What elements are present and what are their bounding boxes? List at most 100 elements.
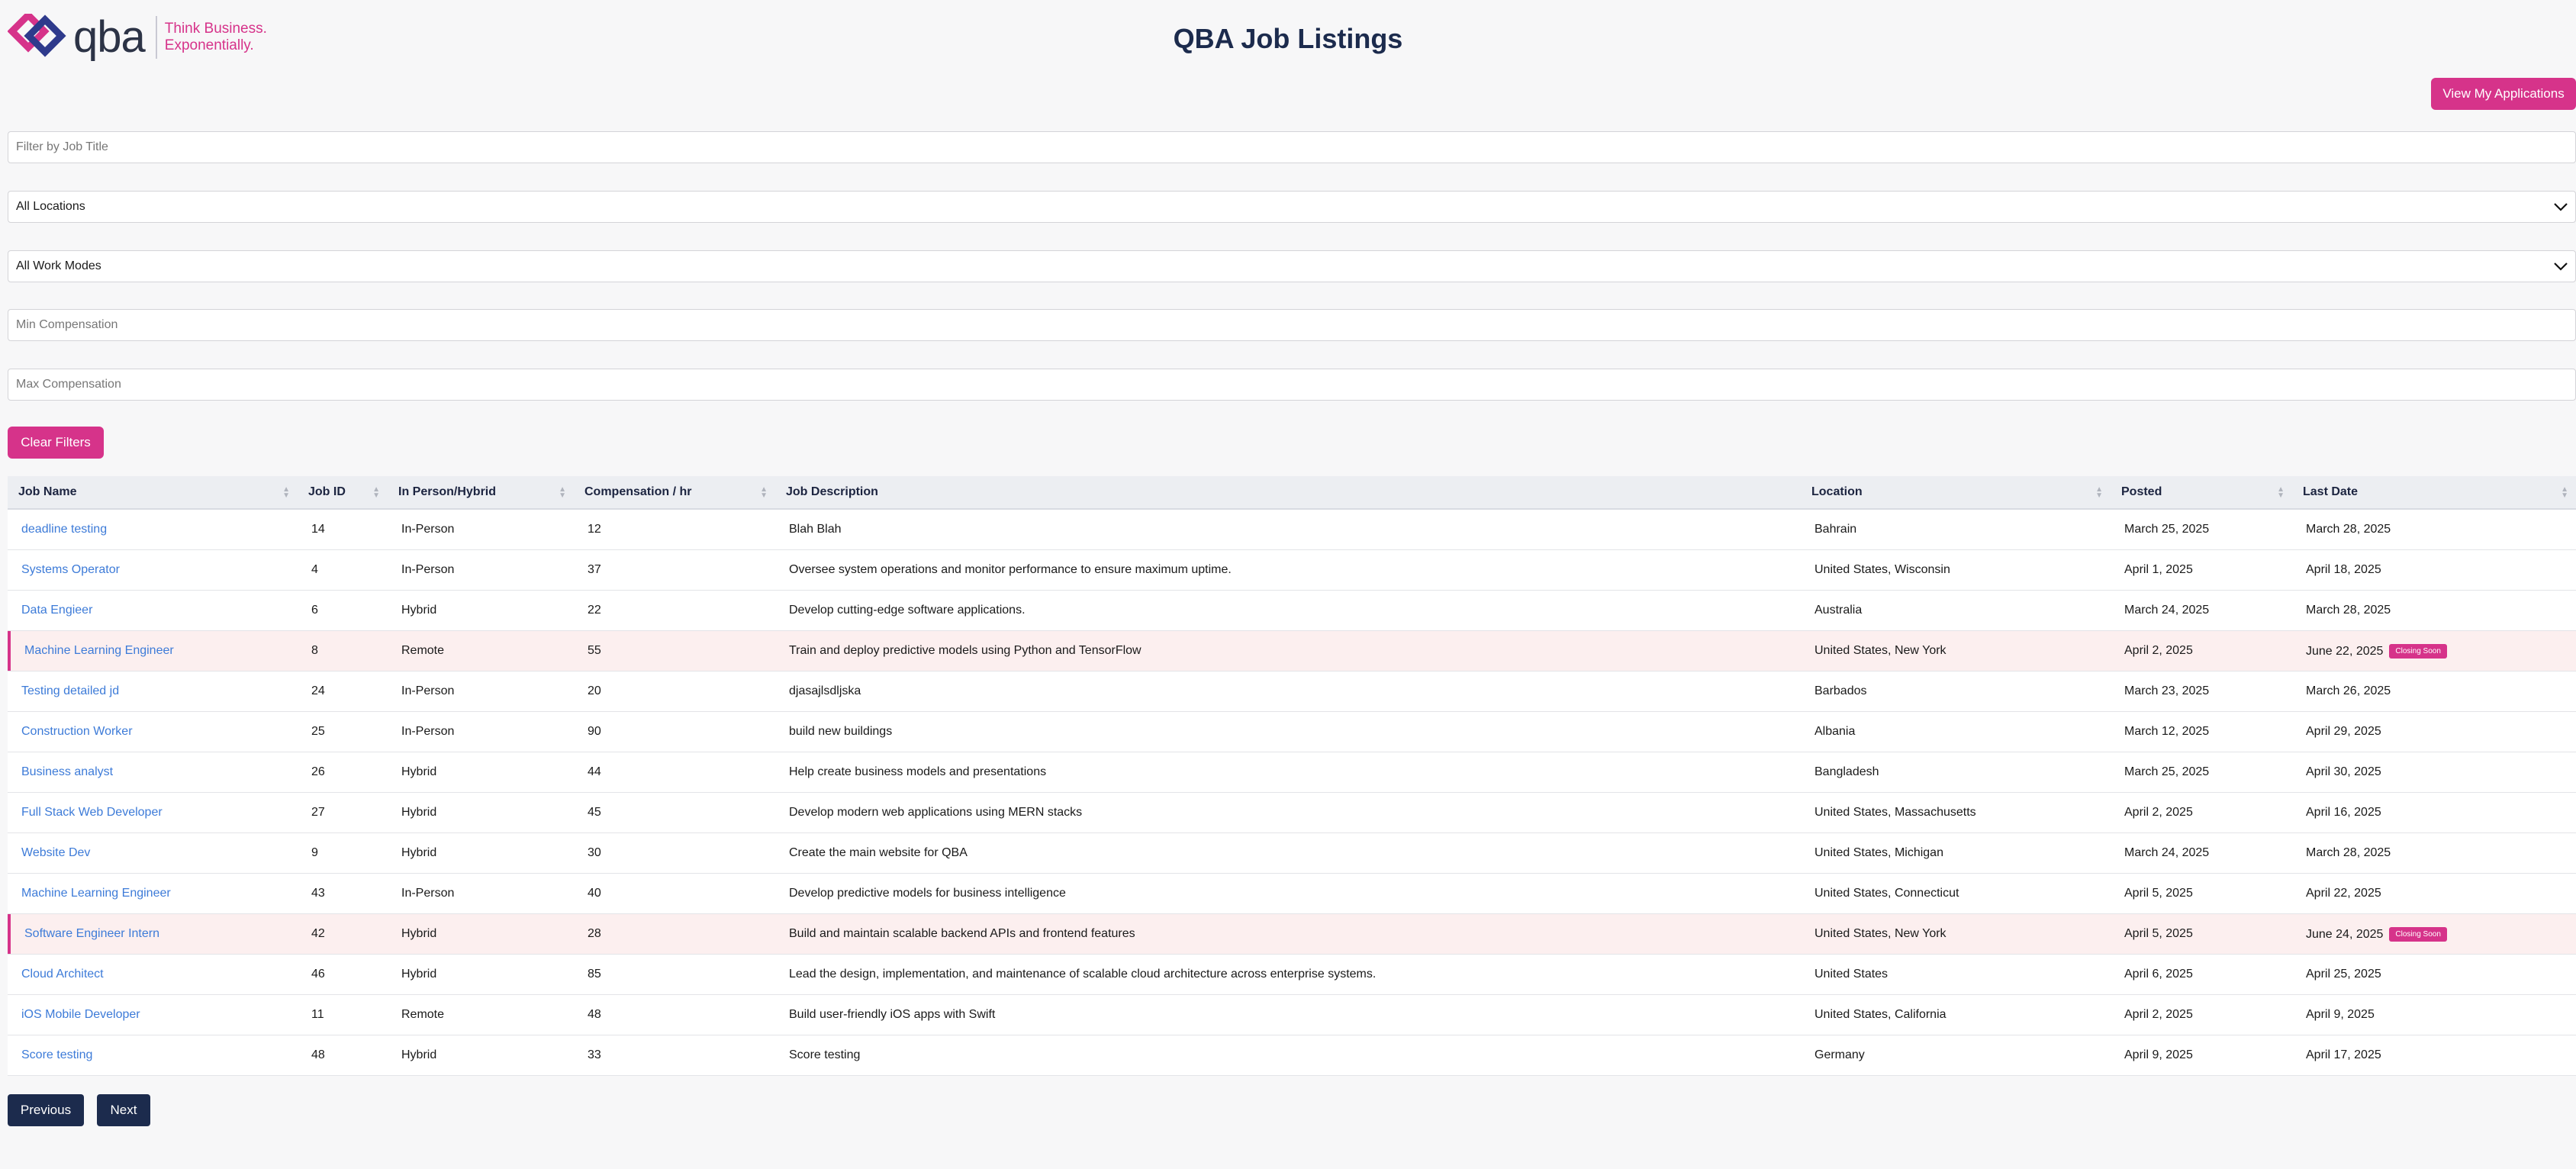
location-cell-text: Albania xyxy=(1814,725,1856,738)
location-cell-text: Barbados xyxy=(1814,684,1867,697)
job-name-link[interactable]: Machine Learning Engineer xyxy=(8,644,298,658)
job-name-link[interactable]: Cloud Architect xyxy=(8,968,298,981)
job-name-link-text[interactable]: Systems Operator xyxy=(21,563,120,576)
job-id-cell-text: 9 xyxy=(311,846,318,859)
job-name-link-text[interactable]: Construction Worker xyxy=(21,725,133,738)
location-cell: United States, Connecticut xyxy=(1801,887,2111,900)
column-header-job-id[interactable]: Job ID ▲ ▼ xyxy=(298,476,388,508)
job-title-filter-input[interactable]: Filter by Job Title xyxy=(8,131,2576,163)
job-name-link[interactable]: Score testing xyxy=(8,1048,298,1062)
job-name-link-text[interactable]: Software Engineer Intern xyxy=(24,927,159,940)
job-name-link-text[interactable]: Website Dev xyxy=(21,846,90,859)
job-id-cell-text: 42 xyxy=(311,927,325,940)
job-name-link-text[interactable]: Cloud Architect xyxy=(21,968,104,981)
table-row: deadline testing 14 In-Person 12 Blah Blah Ba… xyxy=(8,510,2576,550)
last-date-cell: April 29, 2025 xyxy=(2292,725,2576,739)
job-name-link[interactable]: Systems Operator xyxy=(8,563,298,577)
column-header-location[interactable]: Location ▲ ▼ xyxy=(1801,476,2111,508)
table-row: Cloud Architect 46 Hybrid 85 Lead the design… xyxy=(8,955,2576,995)
column-header-posted[interactable]: Posted ▲ ▼ xyxy=(2111,476,2292,508)
compensation-cell: 12 xyxy=(574,523,775,536)
location-cell: United States, California xyxy=(1801,1008,2111,1022)
column-header-mode[interactable]: In Person/Hybrid ▲ ▼ xyxy=(388,476,574,508)
next-page-button[interactable]: Next xyxy=(97,1094,150,1126)
description-cell-text: build new buildings xyxy=(789,725,893,738)
last-date-cell: April 30, 2025 xyxy=(2292,765,2576,779)
job-name-link-text[interactable]: iOS Mobile Developer xyxy=(21,1008,140,1021)
job-name-link[interactable]: deadline testing xyxy=(8,523,298,536)
column-header-job-name[interactable]: Job Name ▲ ▼ xyxy=(8,476,298,508)
job-name-link[interactable]: Testing detailed jd xyxy=(8,684,298,698)
location-select[interactable]: All Locations xyxy=(8,191,2576,223)
description-cell-text: Help create business models and presenta… xyxy=(789,765,1047,778)
location-cell-text: United States, Michigan xyxy=(1814,846,1943,859)
job-id-cell-text: 26 xyxy=(311,765,325,778)
job-name-link-text[interactable]: Data Engieer xyxy=(21,604,92,617)
table-row: Machine Learning Engineer 8 Remote 55 Train … xyxy=(8,631,2576,671)
table-row: Machine Learning Engineer 43 In-Person 40 De… xyxy=(8,874,2576,914)
job-name-link[interactable]: iOS Mobile Developer xyxy=(8,1008,298,1022)
clear-filters-button[interactable]: Clear Filters xyxy=(8,427,104,459)
min-compensation-input[interactable]: Min Compensation xyxy=(8,309,2576,341)
job-name-link-text[interactable]: Score testing xyxy=(21,1048,92,1061)
posted-date-cell-text: April 6, 2025 xyxy=(2124,968,2193,981)
work-mode-cell: Hybrid xyxy=(388,604,574,617)
table-header: Job Name ▲ ▼ Job ID ▲ ▼ In Person/Hybrid ▲ ▼ C… xyxy=(8,476,2576,510)
job-name-link[interactable]: Construction Worker xyxy=(8,725,298,739)
location-cell: Bangladesh xyxy=(1801,765,2111,779)
job-name-link-text[interactable]: Machine Learning Engineer xyxy=(21,887,171,900)
job-name-link-text[interactable]: Business analyst xyxy=(21,765,113,778)
description-cell-text: Develop modern web applications using ME… xyxy=(789,806,1083,819)
job-id-cell: 9 xyxy=(298,846,388,860)
column-header-compensation[interactable]: Compensation / hr ▲ ▼ xyxy=(574,476,775,508)
job-id-cell-text: 46 xyxy=(311,968,325,981)
location-cell-text: United States, California xyxy=(1814,1008,1946,1021)
location-cell-text: Germany xyxy=(1814,1048,1865,1061)
posted-date-cell: March 25, 2025 xyxy=(2111,523,2292,536)
work-mode-cell: Remote xyxy=(388,1008,574,1022)
job-name-link-text[interactable]: Machine Learning Engineer xyxy=(24,644,174,657)
job-name-link[interactable]: Business analyst xyxy=(8,765,298,779)
last-date-cell-text: March 28, 2025 xyxy=(2306,523,2391,536)
description-cell-text: Oversee system operations and monitor pe… xyxy=(789,563,1232,576)
job-name-link-text[interactable]: Full Stack Web Developer xyxy=(21,806,163,819)
description-cell: Develop cutting-edge software applicatio… xyxy=(775,604,1801,617)
column-header-last-date[interactable]: Last Date ▲ ▼ xyxy=(2292,476,2576,508)
job-name-link[interactable]: Full Stack Web Developer xyxy=(8,806,298,820)
compensation-cell: 33 xyxy=(574,1048,775,1062)
work-mode-cell: Hybrid xyxy=(388,806,574,820)
previous-page-button[interactable]: Previous xyxy=(8,1094,84,1126)
job-name-link[interactable]: Machine Learning Engineer xyxy=(8,887,298,900)
location-cell-text: United States, Wisconsin xyxy=(1814,563,1950,576)
location-cell-text: Australia xyxy=(1814,604,1863,617)
work-mode-cell-text: In-Person xyxy=(401,887,455,900)
last-date-cell-text: April 30, 2025 xyxy=(2306,765,2381,778)
work-mode-cell: Hybrid xyxy=(388,968,574,981)
job-id-cell-text: 27 xyxy=(311,806,325,819)
description-cell: Train and deploy predictive models using… xyxy=(775,644,1801,658)
view-my-applications-button[interactable]: View My Applications xyxy=(2431,78,2576,110)
posted-date-cell: March 24, 2025 xyxy=(2111,846,2292,860)
column-header-description: Job Description xyxy=(786,485,878,498)
job-name-link-text[interactable]: Testing detailed jd xyxy=(21,684,119,697)
description-cell-text: Lead the design, implementation, and mai… xyxy=(789,968,1377,981)
job-name-link[interactable]: Software Engineer Intern xyxy=(8,927,298,941)
description-cell: Develop modern web applications using ME… xyxy=(775,806,1801,820)
job-name-link[interactable]: Data Engieer xyxy=(8,604,298,617)
job-name-link-text[interactable]: deadline testing xyxy=(21,523,107,536)
description-cell: Blah Blah xyxy=(775,523,1801,536)
work-mode-cell: In-Person xyxy=(388,725,574,739)
posted-date-cell: April 2, 2025 xyxy=(2111,644,2292,658)
compensation-cell: 44 xyxy=(574,765,775,779)
table-row: Website Dev 9 Hybrid 30 Create the main webs… xyxy=(8,833,2576,874)
job-name-link[interactable]: Website Dev xyxy=(8,846,298,860)
job-listings-table: Job Name ▲ ▼ Job ID ▲ ▼ In Person/Hybrid ▲ ▼ C… xyxy=(8,476,2576,1076)
last-date-cell: April 18, 2025 xyxy=(2292,563,2576,577)
last-date-cell: April 17, 2025 xyxy=(2292,1048,2576,1062)
compensation-cell-text: 90 xyxy=(588,725,601,738)
last-date-cell: April 22, 2025 xyxy=(2292,887,2576,900)
work-mode-cell-text: In-Person xyxy=(401,523,455,536)
work-mode-select[interactable]: All Work Modes xyxy=(8,250,2576,282)
last-date-cell: March 28, 2025 xyxy=(2292,604,2576,617)
max-compensation-input[interactable]: Max Compensation xyxy=(8,369,2576,401)
